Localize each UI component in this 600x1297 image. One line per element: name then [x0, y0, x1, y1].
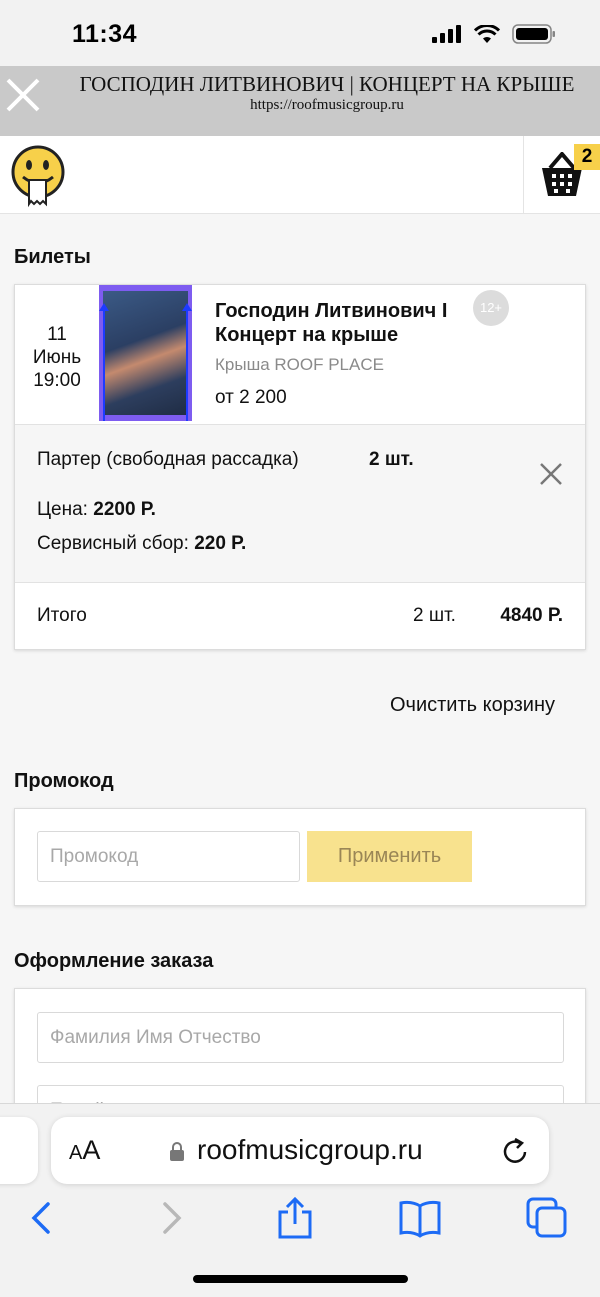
arrow-up-icon: [182, 303, 192, 421]
cart-button[interactable]: 2: [523, 136, 600, 214]
full-name-field[interactable]: Фамилия Имя Отчество: [37, 1012, 564, 1063]
promo-section-title: Промокод: [14, 770, 114, 792]
webview-url: https://roofmusicgroup.ru: [250, 97, 404, 113]
cart-count-badge: 2: [574, 144, 600, 170]
total-label: Итого: [37, 605, 87, 626]
total-quantity: 2 шт.: [413, 605, 456, 626]
service-fee: Сервисный сбор: 220 Р.: [37, 533, 246, 555]
site-header: 2: [0, 136, 600, 214]
address-bar[interactable]: AA roofmusicgroup.ru: [51, 1117, 549, 1184]
status-icons: [432, 24, 556, 44]
event-thumbnail[interactable]: [99, 285, 192, 421]
ticket-quantity: 2 шт.: [369, 449, 414, 470]
clear-cart-link[interactable]: Очистить корзину: [390, 694, 555, 717]
promo-card: Промокод Применить: [14, 808, 586, 906]
status-time: 11:34: [72, 20, 138, 48]
ticket-price: Цена: 2200 Р.: [37, 499, 156, 521]
event-title[interactable]: Господин Литвинович I Концерт на крыше: [215, 299, 477, 347]
total-sum: 4840 Р.: [500, 605, 563, 626]
arrow-up-icon: [99, 303, 109, 421]
event-title-line1: Господин Литвинович I: [215, 300, 448, 322]
close-icon[interactable]: [4, 76, 42, 114]
tabs-icon[interactable]: [525, 1196, 569, 1240]
back-icon[interactable]: [20, 1196, 64, 1240]
price-value: 2200 Р.: [93, 499, 156, 520]
event-title-line2: Концерт на крыше: [215, 324, 399, 346]
ticket-card: 11 Июнь 19:00 Господин Литвинович I Конц…: [14, 284, 586, 650]
address-bar-url: roofmusicgroup.ru: [197, 1134, 423, 1165]
bookmarks-icon[interactable]: [398, 1196, 442, 1240]
previous-tab-preview[interactable]: [0, 1117, 38, 1184]
cellular-signal-icon: [432, 25, 461, 43]
fee-value: 220 Р.: [194, 533, 247, 554]
total-row: Итого 2 шт. 4840 Р.: [15, 583, 585, 649]
webview-header: ГОСПОДИН ЛИТВИНОВИЧ | КОНЦЕРТ НА КРЫШЕ h…: [0, 66, 600, 136]
tickets-section-title: Билеты: [14, 246, 91, 268]
lock-icon: [170, 1142, 184, 1161]
promo-code-input[interactable]: Промокод: [37, 831, 300, 882]
event-price-from: от 2 200: [215, 387, 287, 408]
webview-title: ГОСПОДИН ЛИТВИНОВИЧ | КОНЦЕРТ НА КРЫШЕ: [79, 72, 575, 96]
ticket-line-item: Партер (свободная рассадка) 2 шт. Цена: …: [15, 425, 585, 583]
apply-promo-button[interactable]: Применить: [307, 831, 472, 882]
event-time: 19:00: [33, 370, 81, 391]
smiley-logo-icon[interactable]: [10, 144, 68, 208]
page-settings-button[interactable]: AA: [69, 1135, 100, 1166]
ticket-type: Партер (свободная рассадка): [37, 449, 299, 470]
home-indicator: [193, 1275, 408, 1283]
remove-ticket-icon[interactable]: [539, 462, 563, 486]
share-icon[interactable]: [273, 1196, 317, 1240]
event-date: 11 Июнь 19:00: [15, 323, 99, 392]
wifi-icon: [474, 24, 500, 43]
order-section-title: Оформление заказа: [14, 950, 214, 972]
event-venue: Крыша ROOF PLACE: [215, 355, 384, 374]
fee-label: Сервисный сбор:: [37, 533, 189, 554]
battery-icon: [512, 24, 555, 44]
browser-toolbar: AA roofmusicgroup.ru: [0, 1103, 600, 1297]
event-photo: [103, 291, 188, 415]
event-day: 11: [47, 324, 67, 345]
event-row[interactable]: 11 Июнь 19:00 Господин Литвинович I Конц…: [15, 285, 585, 425]
status-bar: 11:34: [0, 0, 600, 66]
reload-icon[interactable]: [501, 1136, 531, 1166]
price-label: Цена:: [37, 499, 88, 520]
forward-icon[interactable]: [149, 1196, 193, 1240]
age-rating-badge: 12+: [473, 290, 509, 326]
event-month: Июнь: [32, 347, 82, 368]
